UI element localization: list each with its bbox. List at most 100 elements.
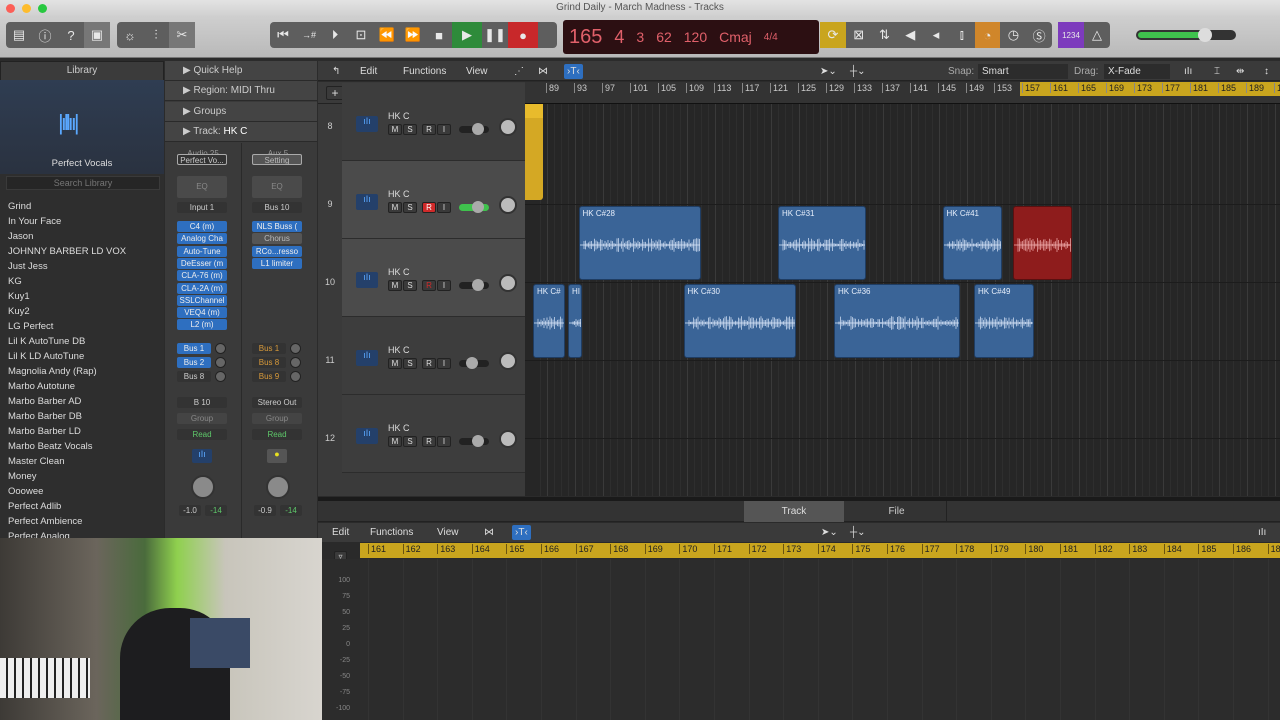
library-item[interactable]: Magnolia Andy (Rap) (8, 366, 97, 377)
automation-icon[interactable]: ⋰ (514, 64, 524, 79)
library-item[interactable]: Perfect Ambience (8, 516, 82, 527)
pan-knob[interactable] (191, 475, 215, 499)
waveform-zoom-icon[interactable]: ıIı (1184, 64, 1192, 79)
zoom-button[interactable] (38, 4, 47, 13)
audio-region[interactable]: HK C#49 (974, 284, 1034, 358)
record-enable-button[interactable]: R (422, 124, 436, 135)
vertical-zoom-icon[interactable]: ⌶ (1214, 64, 1220, 79)
library-item[interactable]: Marbo Barber AD (8, 396, 81, 407)
rewind-icon[interactable]: ⏪ (374, 22, 400, 48)
volume-slider-knob[interactable] (472, 435, 484, 447)
send-slot[interactable]: Bus 2 (177, 357, 211, 368)
audio-region[interactable]: HK C#28 (578, 206, 701, 280)
solo-button[interactable]: S (403, 124, 417, 135)
library-item[interactable]: Jason (8, 231, 33, 242)
pause-icon[interactable]: ❚❚ (482, 22, 508, 48)
audio-region[interactable]: HK C#41 (942, 206, 1002, 280)
quick-help-section[interactable]: ▶ Quick Help (165, 61, 317, 81)
solo-button[interactable]: S (403, 436, 417, 447)
tuner-icon[interactable]: ⫾ (949, 22, 975, 48)
catch-icon[interactable]: ›T‹ (564, 64, 583, 79)
library-item[interactable]: Master Clean (8, 456, 65, 467)
play-selection-icon[interactable]: ⊡ (348, 22, 374, 48)
sample-icon[interactable]: Ⓢ (1026, 22, 1052, 48)
ruler[interactable]: 89 93 97 101 105 109 113 117 121 125 129 133 137 141 1… (525, 82, 1280, 104)
send-knob[interactable] (290, 343, 301, 354)
back-icon[interactable]: ↰ (332, 64, 340, 79)
editors-icon[interactable]: ▣ (84, 22, 110, 48)
marquee-tool-icon[interactable]: ┼⌄ (850, 64, 865, 79)
volume-slider-knob[interactable] (472, 123, 484, 135)
editor-flex-icon[interactable]: ⋈ (484, 525, 494, 540)
editor-ruler[interactable]: 161 162 163 164 165 166 167 168 169 170 171 172 173 1… (360, 543, 1280, 558)
group-slot[interactable]: Group (252, 413, 302, 424)
drag-select[interactable]: X-Fade (1104, 64, 1170, 79)
library-icon[interactable]: ▤ (6, 22, 32, 48)
mute-button[interactable]: M (388, 202, 402, 213)
region-section[interactable]: ▶ Region: MIDI Thru (165, 81, 317, 101)
rewind-to-start-icon[interactable]: ⏮ (270, 22, 296, 48)
stop-icon[interactable]: ■ (426, 22, 452, 48)
plugin-slot[interactable]: C4 (m) (177, 221, 227, 232)
editor-marquee-tool-icon[interactable]: ┼⌄ (850, 525, 865, 540)
mute-button[interactable]: M (388, 280, 402, 291)
solo-icon[interactable]: ◀ (897, 22, 923, 48)
region-yellow[interactable] (525, 104, 543, 200)
library-item[interactable]: JOHNNY BARBER LD VOX (8, 246, 126, 257)
goto-position-icon[interactable]: →# (296, 22, 322, 48)
volume-slider-knob[interactable] (472, 201, 484, 213)
minimize-button[interactable] (22, 4, 31, 13)
mute-button[interactable]: M (388, 436, 402, 447)
metronome-icon[interactable]: △ (1084, 22, 1110, 48)
library-item[interactable]: Money (8, 471, 37, 482)
track-section[interactable]: ▶ Track: HK C (165, 122, 317, 142)
send-slot[interactable]: Bus 9 (252, 371, 286, 382)
plugin-slot[interactable]: VEQ4 (m) (177, 307, 227, 319)
volume-slider-knob[interactable] (466, 357, 478, 369)
input-monitor-button[interactable]: I (437, 358, 451, 369)
plugin-slot[interactable]: L2 (m) (177, 319, 227, 331)
solo-button[interactable]: S (403, 358, 417, 369)
edit-menu[interactable]: Edit (360, 64, 377, 79)
cycle-icon[interactable]: ⟳ (820, 22, 846, 48)
editor-catch-icon[interactable]: ›T‹ (512, 525, 531, 540)
scissors-icon[interactable]: ✂ (169, 22, 195, 48)
library-item[interactable]: Kuy1 (8, 291, 30, 302)
view-menu[interactable]: View (466, 64, 488, 79)
record-enable-button[interactable]: R (422, 358, 436, 369)
audio-region[interactable]: HK C#36 (834, 284, 960, 358)
plugin-slot[interactable]: Analog Cha (177, 233, 227, 245)
arrange-area[interactable]: 89 93 97 101 105 109 113 117 121 125 129 133 137 141 1… (525, 82, 1280, 496)
setting-button[interactable]: Setting (252, 154, 302, 165)
plugin-slot[interactable]: L1 limiter (252, 257, 302, 269)
pan-knob[interactable] (499, 196, 517, 214)
horizontal-zoom-icon[interactable]: ⇹ (1236, 64, 1244, 79)
library-item[interactable]: KG (8, 276, 22, 287)
library-item[interactable]: Ooowee (8, 486, 43, 497)
setting-button[interactable]: Perfect Vo... (177, 154, 227, 165)
output-slot[interactable]: Stereo Out (252, 397, 302, 408)
audio-region[interactable]: HI (568, 284, 582, 358)
plugin-slot[interactable]: DeEsser (m (177, 257, 227, 269)
auto-icon[interactable]: ◂ (923, 22, 949, 48)
library-item[interactable]: Just Jess (8, 261, 48, 272)
automation-mode[interactable]: Read (177, 429, 227, 440)
functions-menu[interactable]: Functions (403, 64, 446, 79)
record-enable-button[interactable]: R (422, 202, 436, 213)
volume-slider-knob[interactable] (472, 279, 484, 291)
tab-file[interactable]: File (847, 501, 947, 522)
library-item[interactable]: Perfect Adlib (8, 501, 61, 512)
send-knob[interactable] (215, 343, 226, 354)
master-volume-slider[interactable] (1136, 28, 1236, 42)
input-monitor-button[interactable]: I (437, 202, 451, 213)
editor-waveform-zoom-icon[interactable]: ıIı (1258, 525, 1266, 540)
solo-button[interactable]: S (403, 202, 417, 213)
smart-controls-icon[interactable]: ☼ (117, 22, 143, 48)
plugin-slot[interactable]: NLS Buss ( (252, 221, 302, 232)
send-slot[interactable]: Bus 8 (177, 371, 211, 382)
snap-select[interactable]: Smart (978, 64, 1068, 79)
clock-icon[interactable]: ◷ (1000, 22, 1026, 48)
plugin-slot[interactable]: Auto-Tune (177, 245, 227, 257)
mute-button[interactable]: M (388, 124, 402, 135)
fast-forward-icon[interactable]: ⏩ (400, 22, 426, 48)
